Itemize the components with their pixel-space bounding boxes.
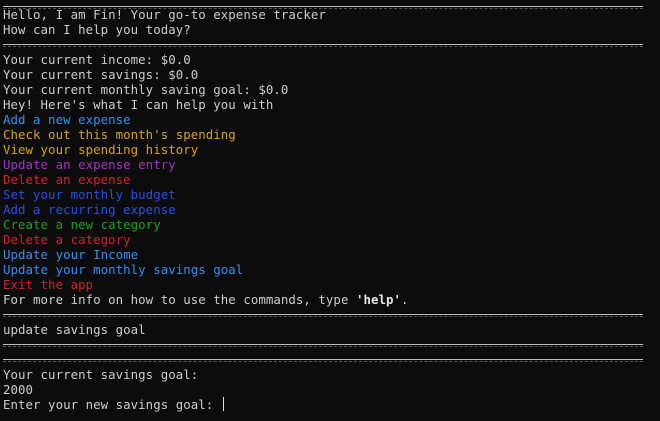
savings-goal-prompt: Enter your new savings goal: bbox=[3, 397, 221, 412]
menu-item-set-budget: Set your monthly budget bbox=[3, 187, 176, 202]
menu-item-create-category: Create a new category bbox=[3, 217, 161, 232]
menu-item-add-recurring: Add a recurring expense bbox=[3, 202, 176, 217]
menu-item-view-history: View your spending history bbox=[3, 142, 199, 157]
separator bbox=[3, 44, 643, 47]
menu-item-delete-expense: Delete an expense bbox=[3, 172, 131, 187]
menu-item-update-savings-goal: Update your monthly savings goal bbox=[3, 262, 244, 277]
help-hint: For more info on how to use the commands… bbox=[3, 292, 409, 307]
terminal-window[interactable]: Hello, I am Fin! Your go-to expense trac… bbox=[0, 0, 660, 421]
separator bbox=[3, 314, 643, 317]
greeting-line-1: Hello, I am Fin! Your go-to expense trac… bbox=[3, 7, 326, 22]
separator bbox=[3, 344, 643, 347]
savings-goal-prompt-line[interactable]: Enter your new savings goal: bbox=[3, 397, 224, 412]
saving-goal-status: Your current monthly saving goal: $0.0 bbox=[3, 82, 289, 97]
text-cursor[interactable] bbox=[222, 397, 224, 411]
command-input-echo: update savings goal bbox=[3, 322, 146, 337]
help-keyword: 'help' bbox=[355, 292, 402, 307]
menu-intro: Hey! Here's what I can help you with bbox=[3, 97, 274, 112]
menu-item-add-expense: Add a new expense bbox=[3, 112, 131, 127]
menu-item-delete-category: Delete a category bbox=[3, 232, 131, 247]
savings-goal-value: 2000 bbox=[3, 382, 34, 397]
greeting-line-2: How can I help you today? bbox=[3, 22, 191, 37]
help-hint-prefix: For more info on how to use the commands… bbox=[3, 292, 356, 307]
menu-item-update-income: Update your Income bbox=[3, 247, 139, 262]
separator bbox=[3, 359, 643, 362]
help-hint-suffix: . bbox=[401, 292, 409, 307]
savings-goal-label: Your current savings goal: bbox=[3, 367, 199, 382]
menu-item-exit: Exit the app bbox=[3, 277, 94, 292]
menu-item-update-expense: Update an expense entry bbox=[3, 157, 176, 172]
income-status: Your current income: $0.0 bbox=[3, 52, 191, 67]
menu-item-check-spending: Check out this month's spending bbox=[3, 127, 236, 142]
savings-status: Your current savings: $0.0 bbox=[3, 67, 199, 82]
